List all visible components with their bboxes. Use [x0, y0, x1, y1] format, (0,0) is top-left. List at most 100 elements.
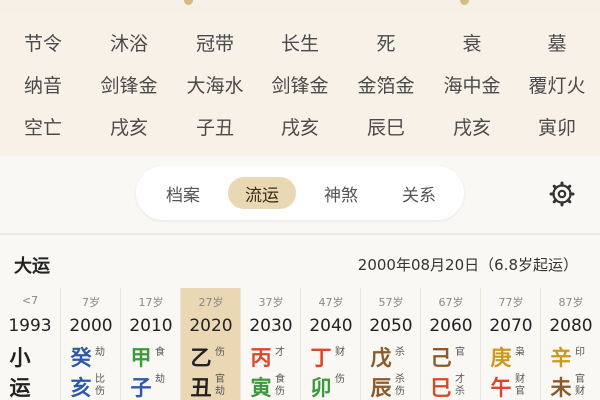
- dayun-stem-tag: 才: [275, 347, 285, 358]
- dayun-column[interactable]: <7 1993 小运: [0, 288, 60, 400]
- info-cell: 死: [376, 32, 396, 55]
- info-cell: 戌亥: [452, 116, 491, 139]
- tab-guanxi[interactable]: 关系: [386, 177, 452, 209]
- dayun-year: 2040: [309, 316, 353, 336]
- dayun-stem: 小: [9, 346, 31, 370]
- dayun-year: 2000: [69, 316, 113, 336]
- dayun-branch: 午: [490, 376, 512, 400]
- dayun-age: 7岁: [82, 296, 100, 309]
- dayun-branch-tag: 伤: [335, 374, 345, 385]
- dayun-stem: 丙: [250, 346, 272, 370]
- dayun-branch-tag: 劫: [155, 374, 165, 385]
- dayun-column[interactable]: 7岁 2000 癸亥 劫比 伤: [60, 288, 120, 400]
- settings-button[interactable]: [546, 178, 578, 210]
- dayun-age: 27岁: [198, 296, 224, 309]
- dayun-branch: 寅: [250, 376, 272, 400]
- info-row-label: 纳音: [23, 74, 62, 97]
- dayun-row: <7 1993 小运 7岁 2000 癸亥劫比 伤 17岁 2010 甲子食劫 27岁 2020 乙丑…: [0, 288, 600, 400]
- dayun-age: 47岁: [318, 296, 344, 309]
- dayun-year: 2070: [489, 316, 533, 336]
- dayun-branch: 卯: [310, 376, 332, 400]
- dayun-age: <7: [21, 294, 39, 307]
- dayun-year: 2010: [129, 316, 173, 336]
- dayun-branch: 辰: [370, 376, 392, 400]
- dayun-column[interactable]: 77岁 2070 庚午 枭财 官: [480, 288, 540, 400]
- dayun-stem: 乙: [190, 346, 212, 370]
- info-cell: 戌亥: [280, 116, 319, 139]
- dayun-branch-tag: 财 官: [515, 374, 525, 397]
- dayun-stem-tag: 伤: [215, 347, 225, 358]
- dayun-stem-tag: 劫: [95, 347, 105, 358]
- info-cell: 戌亥: [109, 116, 148, 139]
- dayun-column[interactable]: 57岁 2050 戊辰 杀杀 伤: [360, 288, 420, 400]
- dayun-branch-tag: 官 劫: [215, 374, 225, 397]
- info-cell: 辰巳: [366, 116, 405, 139]
- info-cell: 海中金: [443, 74, 501, 97]
- info-cell: 沐浴: [109, 32, 148, 55]
- dayun-stem: 辛: [550, 346, 572, 370]
- info-row-label: 节令: [23, 32, 62, 55]
- tab-shensha[interactable]: 神煞: [308, 177, 374, 209]
- dayun-branch-tag: 比 伤: [95, 374, 105, 397]
- tab-liuyun[interactable]: 流运: [228, 177, 296, 209]
- gear-icon: [549, 181, 575, 207]
- info-cell: 墓: [547, 32, 567, 55]
- info-row-nayin: 纳音 剑锋金 大海水 剑锋金 金箔金 海中金 覆灯火: [0, 64, 600, 104]
- dayun-age: 77岁: [498, 296, 524, 309]
- info-cell: 大海水: [186, 74, 244, 97]
- dayun-age: 37岁: [258, 296, 284, 309]
- dayun-stem: 戊: [370, 346, 392, 370]
- decor-dot: [460, 0, 469, 5]
- dayun-stem-tag: 枭: [515, 347, 525, 358]
- dayun-year: 2020: [189, 316, 233, 336]
- dayun-column[interactable]: 17岁 2010 甲子 食劫: [120, 288, 180, 400]
- info-cell: 寅卯: [537, 116, 576, 139]
- dayun-age: 57岁: [378, 296, 404, 309]
- info-cell: 金箔金: [357, 74, 415, 97]
- dayun-stem-tag: 食: [155, 347, 165, 358]
- top-strip: [0, 0, 600, 14]
- dayun-branch: 运: [9, 376, 31, 400]
- dayun-column[interactable]: 27岁 2020 乙丑 伤官 劫: [180, 288, 240, 400]
- info-cell: 子丑: [195, 116, 234, 139]
- info-cell: 衰: [462, 32, 482, 55]
- tab-bar: 档案 流运 神煞 关系: [136, 166, 464, 220]
- dayun-column[interactable]: 67岁 2060 己巳 官才 杀: [420, 288, 480, 400]
- dayun-stem-tag: 印: [575, 347, 585, 358]
- dayun-age: 17岁: [138, 296, 164, 309]
- info-cell: 剑锋金: [271, 74, 329, 97]
- dayun-column[interactable]: 87岁 2080 辛未 印官 财: [540, 288, 600, 400]
- dayun-column[interactable]: 47岁 2040 丁卯 财伤: [300, 288, 360, 400]
- info-cell: 冠带: [195, 32, 234, 55]
- dayun-year: 2050: [369, 316, 413, 336]
- dayun-stem-tag: 杀: [395, 347, 405, 358]
- dayun-stem: 丁: [310, 346, 332, 370]
- info-cell: 覆灯火: [528, 74, 586, 97]
- dayun-column[interactable]: 37岁 2030 丙寅 才食 伤: [240, 288, 300, 400]
- dayun-age: 67岁: [438, 296, 464, 309]
- dayun-title: 大运: [14, 256, 50, 277]
- section-divider: [0, 233, 600, 235]
- dayun-stem: 癸: [70, 346, 92, 370]
- dayun-branch: 亥: [70, 376, 92, 400]
- info-row-jieling: 节令 沐浴 冠带 长生 死 衰 墓: [0, 22, 600, 62]
- dayun-stem: 庚: [490, 346, 512, 370]
- dayun-branch: 巳: [430, 376, 452, 400]
- dayun-branch: 子: [130, 376, 152, 400]
- dayun-start-info: 2000年08月20日（6.8岁起运）: [357, 256, 578, 274]
- tab-dangan[interactable]: 档案: [150, 177, 216, 209]
- dayun-branch-tag: 官 财: [575, 374, 585, 397]
- info-cell: 剑锋金: [100, 74, 158, 97]
- decor-dot: [184, 0, 193, 5]
- dayun-stem: 己: [430, 346, 452, 370]
- info-cell: 长生: [280, 32, 319, 55]
- dayun-branch: 未: [550, 376, 572, 400]
- dayun-branch-tag: 才 杀: [455, 374, 465, 397]
- dayun-year: 2060: [429, 316, 473, 336]
- dayun-year: 1993: [8, 316, 52, 336]
- dayun-year: 2080: [549, 316, 593, 336]
- dayun-stem-tag: 财: [335, 347, 345, 358]
- dayun-age: 87岁: [558, 296, 584, 309]
- dayun-year: 2030: [249, 316, 293, 336]
- info-row-kongwang: 空亡 戌亥 子丑 戌亥 辰巳 戌亥 寅卯: [0, 106, 600, 146]
